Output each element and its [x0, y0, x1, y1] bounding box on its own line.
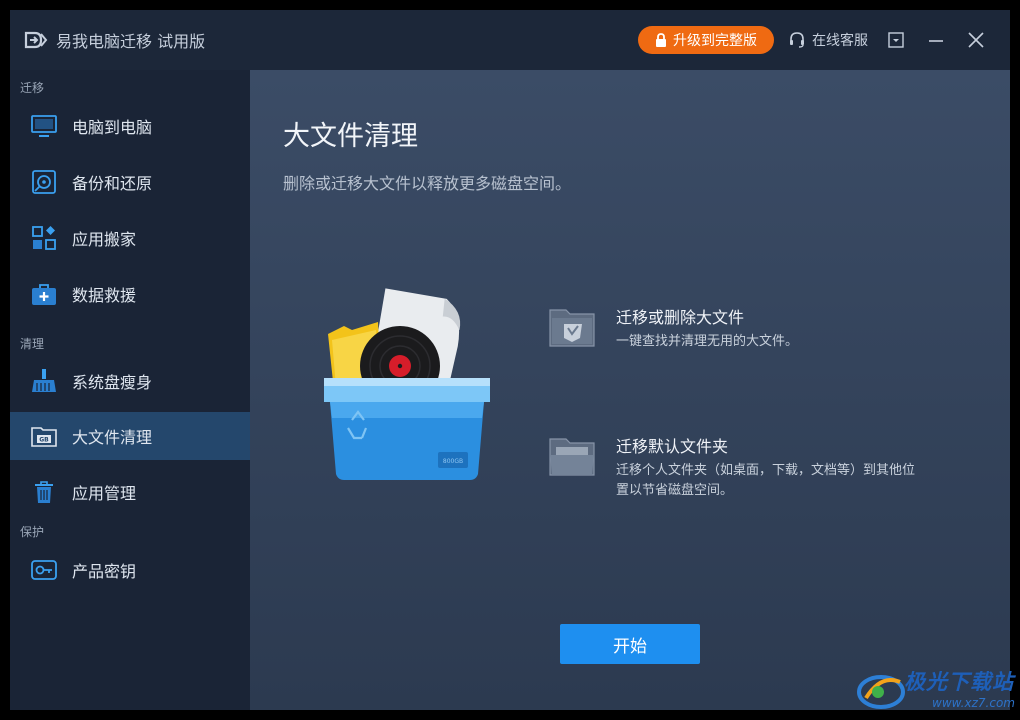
watermark-url: www.xz7.com	[932, 696, 1015, 710]
sidebar-item-label: 应用管理	[72, 484, 137, 503]
sidebar-item-label: 系统盘瘦身	[72, 373, 153, 392]
feature-title: 迁移默认文件夹	[616, 437, 729, 456]
upgrade-label: 升级到完整版	[673, 33, 757, 49]
svg-text:GB: GB	[39, 437, 49, 444]
key-icon	[31, 560, 57, 580]
lock-icon	[656, 33, 666, 47]
sidebar: 迁移 电脑到电脑 备份和还原 应用搬家 数据救援 清理 系统盘瘦身 GB 大文件…	[10, 70, 250, 710]
sidebar-item-data-rescue[interactable]: 数据救援	[10, 270, 250, 318]
sidebar-item-label: 应用搬家	[72, 230, 137, 249]
sidebar-item-app-migration[interactable]: 应用搬家	[10, 214, 250, 262]
sidebar-item-label: 电脑到电脑	[72, 118, 153, 137]
minimize-icon[interactable]	[924, 28, 948, 52]
sidebar-item-system-slim[interactable]: 系统盘瘦身	[10, 357, 250, 405]
open-folder-icon	[549, 438, 595, 476]
section-label-protect: 保护	[20, 525, 45, 539]
upgrade-button[interactable]: 升级到完整版	[638, 26, 774, 54]
main-panel: 大文件清理 删除或迁移大文件以释放更多磁盘空间。 800GB 迁移或删除大文件 …	[250, 70, 1010, 710]
start-button[interactable]: 开始	[560, 624, 700, 664]
section-label-migrate: 迁移	[20, 81, 45, 95]
sidebar-item-label: 产品密钥	[72, 562, 137, 581]
large-file-bin-illustration: 800GB	[324, 288, 490, 480]
title-bar: 易我电脑迁移 试用版 升级到完整版 在线客服	[10, 10, 1010, 70]
trash-icon	[35, 481, 53, 503]
apps-grid-icon	[32, 226, 56, 250]
broom-icon	[32, 369, 56, 392]
online-support-button[interactable]: 在线客服	[788, 30, 868, 50]
gb-folder-icon: GB	[31, 427, 57, 447]
sidebar-item-product-key[interactable]: 产品密钥	[10, 546, 250, 594]
sidebar-item-pc-to-pc[interactable]: 电脑到电脑	[10, 102, 250, 150]
backup-disc-icon	[32, 170, 56, 194]
feature-title: 迁移或删除大文件	[616, 308, 745, 327]
app-title: 易我电脑迁移 试用版	[56, 32, 206, 51]
page-title: 大文件清理	[283, 121, 418, 152]
close-icon[interactable]	[964, 28, 988, 52]
disk-capacity-badge: 800GB	[443, 458, 463, 465]
folder-shield-icon	[549, 309, 595, 347]
feature-description: 一键查找并清理无用的大文件。	[616, 334, 799, 349]
watermark-text: 极光下载站	[904, 670, 1014, 694]
site-watermark: 极光下载站 www.xz7.com	[852, 660, 1020, 720]
menu-dropdown-icon[interactable]	[884, 28, 908, 52]
sidebar-item-label: 数据救援	[72, 286, 137, 305]
first-aid-kit-icon	[32, 284, 56, 305]
sidebar-item-label: 大文件清理	[72, 428, 153, 447]
page-subtitle: 删除或迁移大文件以释放更多磁盘空间。	[283, 174, 572, 193]
app-window: 易我电脑迁移 试用版 升级到完整版 在线客服 迁移 电脑到电脑 备份和还原 应用…	[10, 10, 1010, 710]
monitor-icon	[31, 115, 57, 137]
sidebar-item-large-file-cleanup[interactable]: GB 大文件清理	[10, 412, 250, 460]
watermark-logo-icon	[857, 675, 905, 709]
sidebar-item-label: 备份和还原	[72, 174, 153, 193]
sidebar-item-app-management[interactable]: 应用管理	[10, 468, 250, 516]
support-label: 在线客服	[812, 33, 868, 49]
section-label-clean: 清理	[20, 337, 45, 351]
feature-description: 迁移个人文件夹（如桌面，下载，文档等）到其他位置以节省磁盘空间。	[616, 463, 916, 498]
sidebar-item-backup[interactable]: 备份和还原	[10, 158, 250, 206]
headset-icon	[790, 32, 804, 48]
app-logo-icon	[24, 31, 48, 49]
